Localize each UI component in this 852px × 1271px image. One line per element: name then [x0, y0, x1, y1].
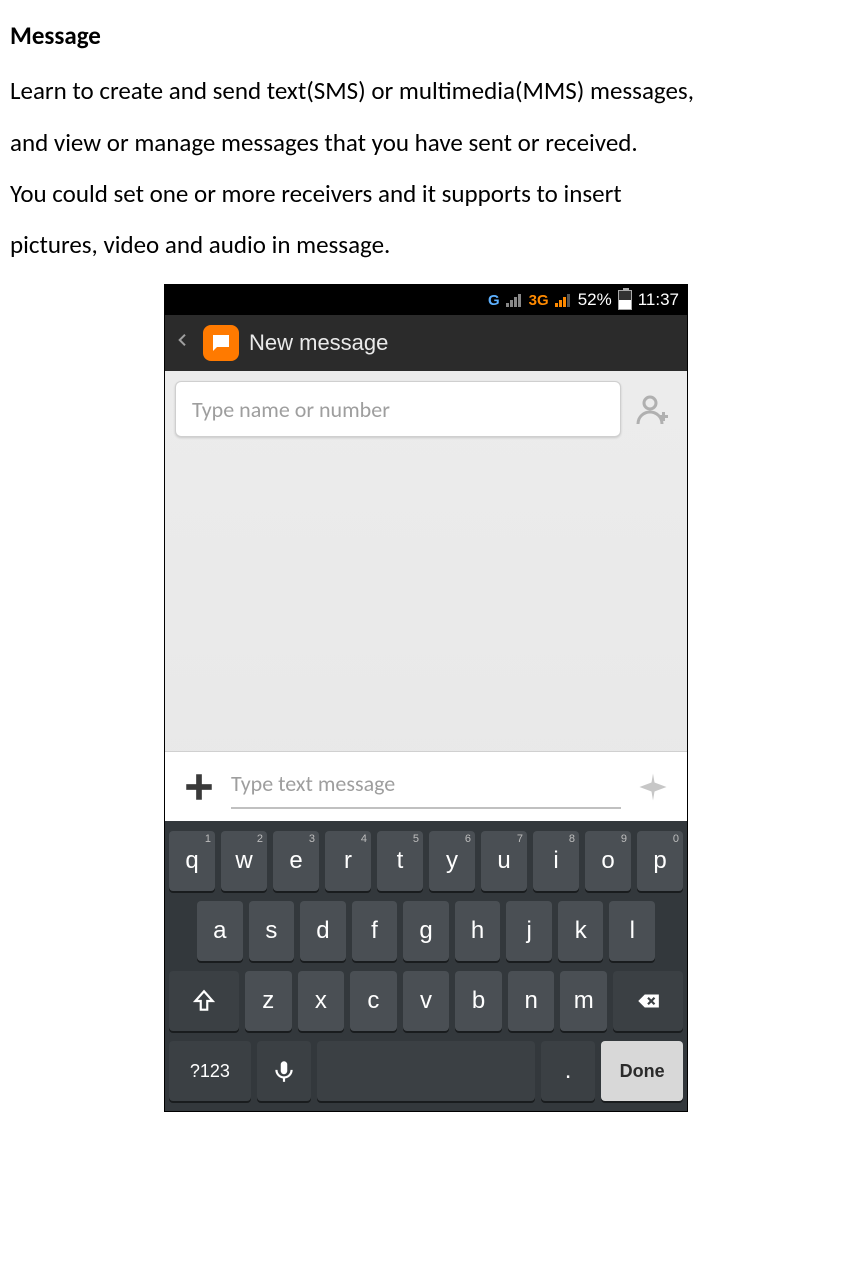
send-button[interactable] — [629, 763, 677, 811]
status-bar: G 3G 52% 11:37 — [165, 285, 687, 315]
keyboard-row-2: a s d f g h j k l — [169, 901, 683, 961]
key-n[interactable]: n — [508, 971, 555, 1031]
key-y[interactable]: 6y — [429, 831, 475, 891]
key-symbols[interactable]: ?123 — [169, 1041, 251, 1101]
page-title: Message — [10, 10, 842, 61]
battery-percent: 52% — [578, 290, 612, 310]
key-s[interactable]: s — [249, 901, 295, 961]
key-w[interactable]: 2w — [221, 831, 267, 891]
back-button[interactable] — [173, 328, 193, 359]
recipient-input[interactable]: Type name or number — [175, 381, 621, 437]
key-a[interactable]: a — [197, 901, 243, 961]
doc-paragraph-4: pictures, video and audio in message. — [10, 219, 842, 270]
attach-button[interactable] — [175, 763, 223, 811]
clock: 11:37 — [638, 290, 679, 310]
key-o[interactable]: 9o — [585, 831, 631, 891]
battery-icon — [618, 290, 632, 310]
key-space[interactable] — [317, 1041, 535, 1101]
keyboard-row-4: ?123 . Done — [169, 1041, 683, 1101]
messaging-app-icon[interactable] — [203, 325, 239, 361]
key-u[interactable]: 7u — [481, 831, 527, 891]
screen-title: New message — [249, 330, 388, 356]
keyboard-row-1: 1q 2w 3e 4r 5t 6y 7u 8i 9o 0p — [169, 831, 683, 891]
key-m[interactable]: m — [560, 971, 607, 1031]
key-k[interactable]: k — [558, 901, 604, 961]
key-r[interactable]: 4r — [325, 831, 371, 891]
key-q[interactable]: 1q — [169, 831, 215, 891]
signal-bars-1-icon — [506, 293, 521, 307]
action-bar: New message — [165, 315, 687, 371]
add-contact-button[interactable] — [629, 385, 677, 433]
network-3g-indicator: 3G — [529, 292, 549, 309]
key-h[interactable]: h — [455, 901, 501, 961]
key-l[interactable]: l — [609, 901, 655, 961]
network-g-indicator: G — [488, 292, 500, 309]
key-c[interactable]: c — [350, 971, 397, 1031]
message-input[interactable]: Type text message — [231, 765, 621, 809]
doc-paragraph-2: and view or manage messages that you hav… — [10, 117, 842, 168]
key-voice-input[interactable] — [257, 1041, 311, 1101]
key-d[interactable]: d — [300, 901, 346, 961]
key-j[interactable]: j — [506, 901, 552, 961]
compose-area: Type name or number Type text message — [165, 371, 687, 821]
doc-paragraph-1: Learn to create and send text(SMS) or mu… — [10, 65, 842, 116]
key-v[interactable]: v — [403, 971, 450, 1031]
key-z[interactable]: z — [245, 971, 292, 1031]
key-done[interactable]: Done — [601, 1041, 683, 1101]
keyboard-row-3: z x c v b n m — [169, 971, 683, 1031]
key-e[interactable]: 3e — [273, 831, 319, 891]
key-g[interactable]: g — [403, 901, 449, 961]
key-f[interactable]: f — [352, 901, 398, 961]
message-input-bar: Type text message — [165, 751, 687, 821]
key-period[interactable]: . — [541, 1041, 595, 1101]
key-b[interactable]: b — [455, 971, 502, 1031]
signal-bars-2-icon — [555, 293, 570, 307]
on-screen-keyboard: 1q 2w 3e 4r 5t 6y 7u 8i 9o 0p a s d f g … — [165, 821, 687, 1111]
key-t[interactable]: 5t — [377, 831, 423, 891]
doc-paragraph-3: You could set one or more receivers and … — [10, 168, 842, 219]
phone-screenshot: G 3G 52% 11:37 New message Type name or … — [164, 284, 688, 1112]
key-x[interactable]: x — [298, 971, 345, 1031]
key-shift[interactable] — [169, 971, 239, 1031]
key-p[interactable]: 0p — [637, 831, 683, 891]
key-i[interactable]: 8i — [533, 831, 579, 891]
key-backspace[interactable] — [613, 971, 683, 1031]
